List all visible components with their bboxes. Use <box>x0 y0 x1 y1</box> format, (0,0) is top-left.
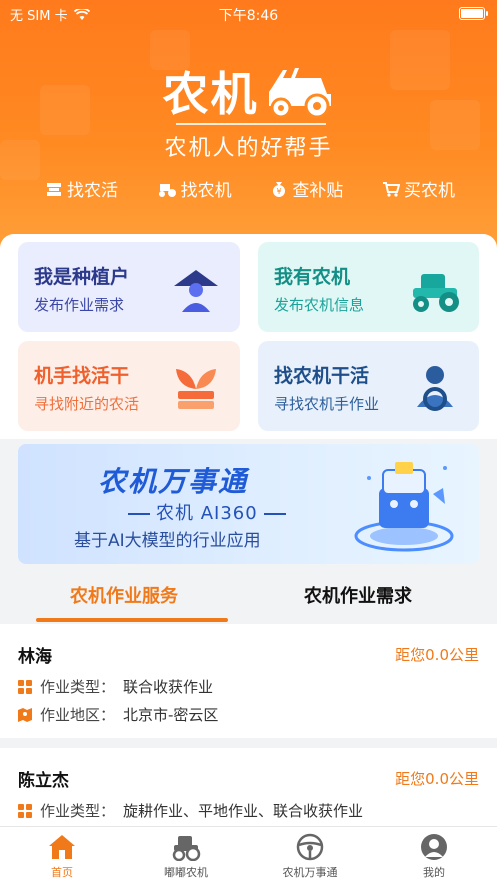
card-operator-find-work[interactable]: 机手找活干 寻找附近的农活 <box>18 341 240 431</box>
logo-tractor-icon <box>268 68 331 118</box>
tab-machine-demand[interactable]: 农机作业需求 <box>304 582 412 608</box>
tab-home[interactable]: 首页 <box>12 833 112 880</box>
grid-icon <box>18 803 32 818</box>
money-bag-icon: ¥ <box>273 181 286 197</box>
work-type-label: 作业类型： <box>40 802 116 820</box>
header-hero: 无 SIM 卡 下午8:46 农机 农机人的好帮手 找农活 找农机 ¥ 查补贴 … <box>0 0 497 262</box>
work-type-label: 作业类型： <box>40 678 116 696</box>
list-item[interactable]: 陈立杰 距您0.0公里 作业类型： 旋耕作业、平地作业、联合收获作业 <box>0 748 497 828</box>
tab-ai-assistant[interactable]: 农机万事通 <box>260 833 360 880</box>
tab-label: 农机万事通 <box>282 866 338 879</box>
driver-icon <box>417 366 453 411</box>
work-area-value: 北京市-密云区 <box>123 706 219 724</box>
logo-text: 农机 <box>162 67 259 121</box>
operator-name: 陈立杰 <box>18 771 69 791</box>
tab-machine-service[interactable]: 农机作业服务 <box>70 582 178 608</box>
user-icon <box>421 834 447 860</box>
card-title: 机手找活干 <box>34 365 130 387</box>
work-type-row: 作业类型： 旋耕作业、平地作业、联合收获作业 <box>18 800 363 821</box>
card-subtitle: 寻找农机手作业 <box>274 395 380 413</box>
tab-label: 我的 <box>423 866 445 879</box>
quick-nav-label: 查补贴 <box>292 181 344 201</box>
card-title: 我是种植户 <box>34 266 130 288</box>
status-bar: 无 SIM 卡 下午8:46 <box>0 0 497 26</box>
quick-nav: 找农活 找农机 ¥ 查补贴 买农机 <box>45 176 455 201</box>
tab-indicator <box>36 618 228 622</box>
card-subtitle: 寻找附近的农活 <box>34 395 140 413</box>
banner-subtitle: 农机 AI360 <box>122 499 292 525</box>
quick-nav-check-subsidy[interactable]: ¥ 查补贴 <box>270 176 343 201</box>
distance: 距您0.0公里 <box>395 770 479 788</box>
quick-nav-label: 找农机 <box>180 181 232 201</box>
work-type-value: 旋耕作业、平地作业、联合收获作业 <box>123 802 364 820</box>
status-time: 下午8:46 <box>218 8 279 24</box>
card-subtitle: 发布农机信息 <box>274 296 365 314</box>
work-area-row: 作业地区： 北京市-密云区 <box>18 704 218 725</box>
quick-nav-label: 找农活 <box>67 181 118 201</box>
list-item[interactable]: 林海 距您0.0公里 作业类型： 联合收获作业 作业地区： 北京市-密云区 <box>0 624 497 738</box>
battery-icon <box>459 7 488 20</box>
card-find-machine-work[interactable]: 找农机干活 寻找农机手作业 <box>258 341 479 431</box>
home-icon <box>49 835 75 859</box>
card-title: 我有农机 <box>274 266 351 288</box>
grid-icon <box>18 679 32 694</box>
tab-dudu-machine[interactable]: 嘟嘟农机 <box>136 833 236 880</box>
ai-banner[interactable]: 农机万事通 农机 AI360 基于AI大模型的行业应用 <box>18 444 479 564</box>
quick-nav-buy-machine[interactable]: 买农机 <box>382 176 455 201</box>
card-title: 找农机干活 <box>274 365 370 387</box>
quick-nav-find-machine[interactable]: 找农机 <box>157 176 232 201</box>
tractor-icon <box>158 183 176 197</box>
quick-nav-label: 买农机 <box>403 181 455 201</box>
service-tabs: 农机作业服务 农机作业需求 <box>0 566 497 622</box>
quick-nav-find-work[interactable]: 找农活 <box>45 176 118 201</box>
card-machine-owner[interactable]: 我有农机 发布农机信息 <box>258 242 479 332</box>
tractor-icon <box>413 274 459 312</box>
banner-description: 基于AI大模型的行业应用 <box>74 531 261 551</box>
card-farmer[interactable]: 我是种植户 发布作业需求 <box>18 242 240 332</box>
work-area-label: 作业地区： <box>40 706 116 724</box>
slogan: 农机人的好帮手 <box>164 136 333 161</box>
slogan-divider <box>176 123 326 125</box>
cart-icon <box>382 181 400 197</box>
tractor-icon <box>172 836 201 861</box>
card-subtitle: 发布作业需求 <box>34 296 125 314</box>
bottom-tab-bar: 首页 嘟嘟农机 农机万事通 我的 <box>0 826 497 884</box>
ai-robot-illustration <box>354 462 454 552</box>
work-type-value: 联合收获作业 <box>123 678 214 696</box>
location-map-icon <box>18 707 32 722</box>
tab-mine[interactable]: 我的 <box>384 833 484 880</box>
tab-label: 首页 <box>51 866 73 879</box>
svg-text:¥: ¥ <box>277 187 282 196</box>
work-icon <box>47 182 61 196</box>
work-type-row: 作业类型： 联合收获作业 <box>18 676 213 697</box>
steering-wheel-icon <box>296 833 324 861</box>
tab-label: 嘟嘟农机 <box>164 866 208 879</box>
farmer-icon <box>174 270 218 312</box>
feature-panel: 我是种植户 发布作业需求 我有农机 发布农机信息 机手找活干 寻找附近的农活 找… <box>0 234 497 439</box>
logo: 农机 <box>0 58 497 124</box>
operator-name: 林海 <box>18 647 52 667</box>
banner-title: 农机万事通 <box>98 465 249 498</box>
sprout-icon <box>176 369 216 409</box>
distance: 距您0.0公里 <box>395 646 479 664</box>
